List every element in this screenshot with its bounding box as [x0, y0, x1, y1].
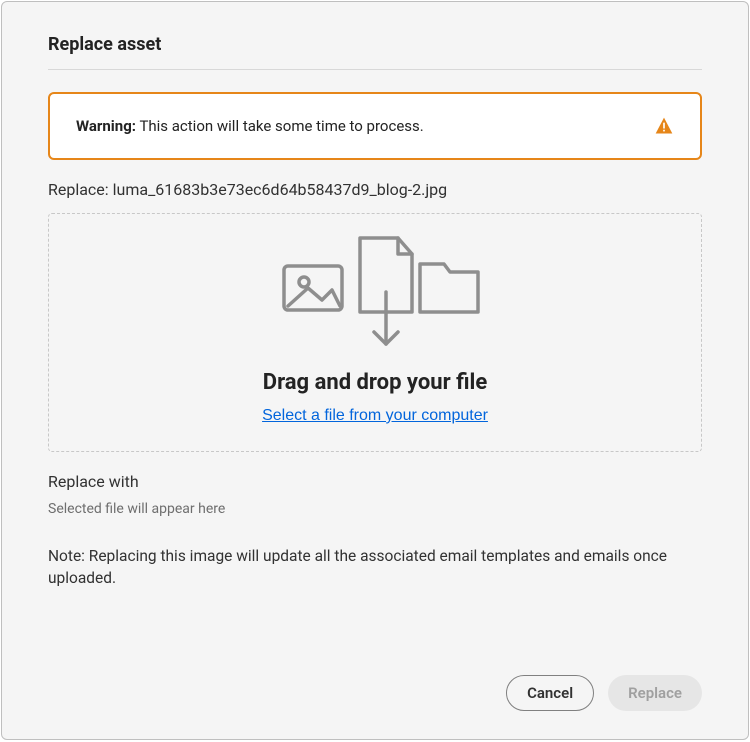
file-dropzone[interactable]: Drag and drop your file Select a file fr… — [48, 213, 702, 452]
selected-file-placeholder: Selected file will appear here — [48, 501, 702, 517]
replace-asset-dialog: Replace asset Warning: This action will … — [1, 1, 749, 740]
replace-with-label: Replace with — [48, 472, 702, 491]
replace-label-prefix: Replace: — [48, 180, 109, 199]
dropzone-illustration — [69, 232, 681, 352]
dialog-title: Replace asset — [48, 34, 702, 70]
dialog-actions: Cancel Replace — [48, 651, 702, 711]
replace-filename: luma_61683b3e73ec6d64b58437d9_blog-2.jpg — [113, 180, 448, 199]
warning-prefix: Warning: — [76, 117, 136, 135]
warning-icon — [654, 116, 674, 136]
replace-filename-label: Replace: luma_61683b3e73ec6d64b58437d9_b… — [48, 180, 702, 199]
select-file-link[interactable]: Select a file from your computer — [262, 407, 488, 425]
warning-text: Warning: This action will take some time… — [76, 117, 424, 135]
replace-button[interactable]: Replace — [608, 675, 702, 711]
cancel-button[interactable]: Cancel — [506, 675, 594, 711]
note-text: Note: Replacing this image will update a… — [48, 545, 702, 590]
warning-message: This action will take some time to proce… — [139, 117, 423, 135]
warning-banner: Warning: This action will take some time… — [48, 92, 702, 160]
dropzone-title: Drag and drop your file — [69, 370, 681, 395]
